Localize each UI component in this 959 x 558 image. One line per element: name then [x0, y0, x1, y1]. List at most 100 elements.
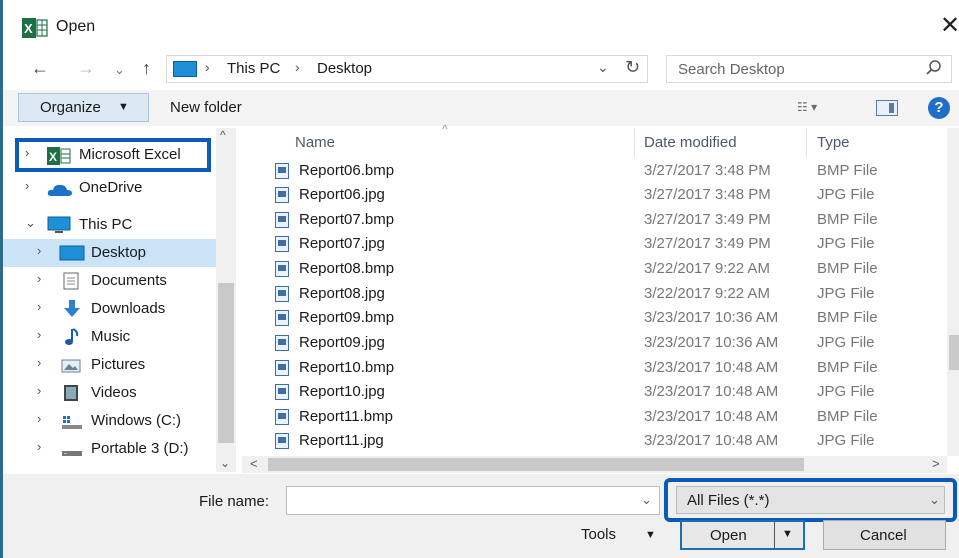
breadcrumb-separator-icon[interactable]: › — [295, 59, 300, 75]
back-arrow-icon[interactable]: ← — [31, 56, 49, 80]
file-row[interactable]: Report11.bmp 3/23/2017 10:48 AM BMP File — [242, 405, 942, 429]
preview-pane-icon[interactable] — [876, 100, 898, 116]
refresh-icon[interactable]: ↻ — [625, 57, 640, 78]
nav-item-portable-d[interactable]: › Portable 3 (D:) — [3, 435, 217, 463]
file-row[interactable]: Report08.jpg 3/22/2017 9:22 AM JPG File — [242, 282, 942, 306]
close-icon[interactable]: ✕ — [939, 14, 959, 38]
expand-icon[interactable]: › — [37, 271, 41, 286]
file-row[interactable]: Report08.bmp 3/22/2017 9:22 AM BMP File — [242, 257, 942, 281]
cloud-icon — [47, 184, 72, 196]
scrollbar-thumb[interactable] — [268, 458, 804, 471]
file-type-filter-value: All Files (*.*) — [687, 492, 770, 509]
expand-icon[interactable]: › — [37, 299, 41, 314]
nav-pane-scrollbar[interactable]: ^ ⌄ — [216, 128, 236, 472]
nav-item-documents[interactable]: › Documents — [3, 267, 217, 295]
scroll-right-icon[interactable]: > — [932, 456, 940, 471]
column-divider[interactable] — [634, 128, 635, 158]
nav-item-label: Windows (C:) — [91, 412, 182, 429]
documents-icon — [63, 272, 79, 290]
breadcrumb-separator-icon[interactable]: › — [205, 59, 210, 75]
file-name-label: File name: — [199, 493, 270, 510]
address-bar[interactable]: › This PC › Desktop ⌄ ↻ — [166, 55, 648, 83]
caret-down-icon: ▼ — [118, 101, 129, 113]
up-arrow-icon[interactable]: ↑ — [142, 56, 151, 80]
nav-item-windows-c[interactable]: › Windows (C:) — [3, 407, 217, 435]
recent-locations-icon[interactable]: ⌄ — [114, 58, 125, 82]
file-name: Report09.jpg — [299, 334, 385, 351]
expand-icon[interactable]: › — [25, 178, 29, 193]
file-date: 3/23/2017 10:36 AM — [644, 309, 779, 326]
chevron-down-icon[interactable]: ⌄ — [597, 59, 609, 76]
scroll-up-icon[interactable]: ^ — [220, 128, 226, 142]
file-date: 3/23/2017 10:48 AM — [644, 359, 779, 376]
file-row[interactable]: Report09.bmp 3/23/2017 10:36 AM BMP File — [242, 306, 942, 330]
dialog-footer: File name: ⌄ All Files (*.*) ⌄ Tools ▼ O… — [3, 474, 959, 558]
expand-icon[interactable]: › — [37, 439, 41, 454]
file-row[interactable]: Report10.jpg 3/23/2017 10:48 AM JPG File — [242, 380, 942, 404]
nav-item-this-pc[interactable]: ⌄ This PC — [3, 211, 217, 239]
expand-icon[interactable]: › — [37, 383, 41, 398]
organize-button[interactable]: Organize ▼ — [18, 93, 149, 122]
expand-icon[interactable]: › — [37, 411, 41, 426]
scrollbar-thumb[interactable] — [949, 335, 959, 370]
file-list-vertical-scrollbar[interactable] — [947, 128, 959, 456]
help-icon[interactable]: ? — [928, 97, 950, 119]
file-row[interactable]: Report11.jpg 3/23/2017 10:48 AM JPG File — [242, 429, 942, 453]
nav-item-microsoft-excel[interactable]: › X Microsoft Excel — [3, 141, 217, 169]
file-name: Report08.jpg — [299, 285, 385, 302]
search-input[interactable]: Search Desktop — [666, 55, 952, 83]
file-row[interactable]: Report09.jpg 3/23/2017 10:36 AM JPG File — [242, 331, 942, 355]
file-row[interactable]: Report07.bmp 3/27/2017 3:49 PM BMP File — [242, 208, 942, 232]
nav-item-label: OneDrive — [79, 179, 143, 196]
file-name-field[interactable]: ⌄ — [286, 486, 660, 515]
file-type: BMP File — [817, 211, 878, 228]
expand-icon[interactable]: › — [37, 355, 41, 370]
image-file-icon — [275, 335, 289, 351]
chevron-down-icon[interactable]: ⌄ — [641, 492, 652, 508]
nav-item-desktop[interactable]: › Desktop — [3, 239, 217, 267]
caret-down-icon[interactable]: ▼ — [645, 529, 656, 541]
svg-text:X: X — [24, 21, 33, 36]
forward-arrow-icon[interactable]: → — [77, 56, 95, 80]
caret-down-icon[interactable]: ▼ — [782, 528, 793, 540]
nav-item-videos[interactable]: › Videos — [3, 379, 217, 407]
file-name: Report07.bmp — [299, 211, 395, 228]
cancel-button[interactable]: Cancel — [823, 520, 946, 550]
breadcrumb-this-pc[interactable]: This PC — [227, 60, 280, 77]
nav-item-pictures[interactable]: › Pictures — [3, 351, 217, 379]
column-divider[interactable] — [806, 128, 807, 158]
open-button[interactable]: Open ▼ — [680, 520, 805, 550]
file-row[interactable]: Report06.jpg 3/27/2017 3:48 PM JPG File — [242, 183, 942, 207]
file-list-horizontal-scrollbar[interactable]: < > — [242, 456, 947, 473]
cancel-button-label: Cancel — [860, 527, 907, 544]
file-row[interactable]: Report10.bmp 3/23/2017 10:48 AM BMP File — [242, 356, 942, 380]
expand-icon[interactable]: › — [25, 145, 29, 160]
excel-icon: X — [47, 147, 71, 165]
expand-icon[interactable]: › — [37, 243, 41, 258]
scroll-left-icon[interactable]: < — [250, 456, 258, 471]
expand-icon[interactable]: › — [37, 327, 41, 342]
file-type: BMP File — [817, 260, 878, 277]
nav-item-downloads[interactable]: › Downloads — [3, 295, 217, 323]
view-options-icon[interactable]: ☷ ▾ — [797, 100, 817, 114]
search-icon[interactable] — [925, 59, 943, 77]
file-date: 3/27/2017 3:49 PM — [644, 211, 771, 228]
nav-item-onedrive[interactable]: › OneDrive — [3, 174, 217, 202]
image-file-icon — [275, 409, 289, 425]
videos-icon — [64, 385, 78, 401]
open-button-label: Open — [710, 527, 747, 544]
file-name: Report09.bmp — [299, 309, 395, 326]
file-date: 3/27/2017 3:49 PM — [644, 235, 771, 252]
nav-item-music[interactable]: › Music — [3, 323, 217, 351]
expanded-icon[interactable]: ⌄ — [25, 215, 36, 231]
file-type: JPG File — [817, 186, 875, 203]
scroll-down-icon[interactable]: ⌄ — [220, 456, 230, 470]
file-type-filter-select[interactable]: All Files (*.*) ⌄ — [676, 486, 945, 514]
new-folder-button[interactable]: New folder — [170, 99, 242, 116]
tools-button[interactable]: Tools — [581, 526, 616, 543]
file-row[interactable]: Report06.bmp 3/27/2017 3:48 PM BMP File — [242, 159, 942, 183]
breadcrumb-desktop[interactable]: Desktop — [317, 60, 372, 77]
chevron-down-icon[interactable]: ⌄ — [929, 492, 940, 508]
scrollbar-thumb[interactable] — [218, 283, 234, 443]
file-row[interactable]: Report07.jpg 3/27/2017 3:49 PM JPG File — [242, 232, 942, 256]
